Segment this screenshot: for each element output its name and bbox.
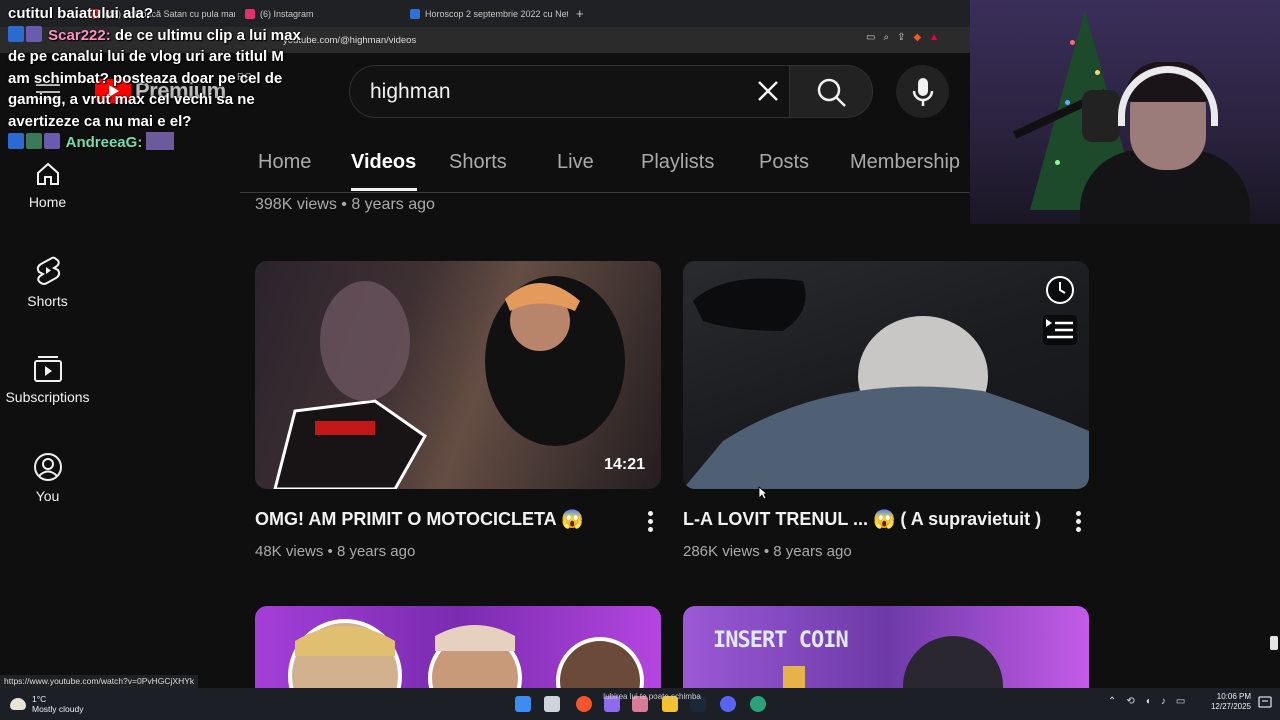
sidebar-item-label: Home <box>28 194 67 210</box>
task-view-icon[interactable] <box>544 696 560 712</box>
cloud-icon <box>10 698 26 710</box>
tab-posts[interactable]: Posts <box>759 151 809 174</box>
microphone-icon <box>912 78 934 106</box>
previous-video-meta: 398K views • 8 years ago <box>255 196 435 213</box>
you-icon <box>33 453 62 481</box>
sidebar-item-shorts[interactable]: Shorts <box>0 255 95 309</box>
link-status-bar: https://www.youtube.com/watch?v=0PvHGCjX… <box>0 675 199 688</box>
chat-emote-icon <box>146 132 175 150</box>
shorts-icon <box>36 256 60 285</box>
video-more-icon[interactable] <box>1076 511 1082 535</box>
voice-search-button[interactable] <box>896 65 949 118</box>
chat-badge-icon <box>8 25 24 42</box>
video-thumbnail[interactable] <box>683 261 1089 489</box>
sidebar-item-home[interactable]: Home <box>0 160 95 210</box>
video-thumbnail[interactable] <box>255 606 661 688</box>
clock-date: 12/27/2025 <box>1210 702 1251 711</box>
new-tab-button[interactable]: + <box>568 6 592 21</box>
notification-icon[interactable] <box>1258 695 1272 709</box>
video-meta: 286K views • 8 years ago <box>683 543 852 560</box>
taskbar-clock[interactable]: 10:06 PM 12/27/2025 <box>1207 692 1251 712</box>
tab-playlists[interactable]: Playlists <box>641 151 714 174</box>
chat-message: cutitul baiatului ala? <box>8 5 154 22</box>
tree-light-icon <box>1070 40 1075 45</box>
active-tab-indicator <box>351 188 417 191</box>
weather-widget[interactable]: 1°C Mostly cloudy <box>10 694 84 714</box>
sidebar-item-label: You <box>35 488 60 504</box>
tab-home[interactable]: Home <box>258 151 311 174</box>
netflix-favicon-icon <box>410 8 420 19</box>
discord-icon[interactable] <box>720 696 736 712</box>
sidebar-item-label: Subscriptions <box>5 389 90 405</box>
chat-message: AndreeaG: <box>8 132 308 154</box>
search-input[interactable] <box>370 80 730 104</box>
subscriptions-icon <box>33 356 62 382</box>
tab-videos[interactable]: Videos <box>351 151 416 174</box>
chat-username: Scar222: <box>48 26 111 44</box>
brave-shield-icon[interactable]: ◆ <box>913 32 921 43</box>
sidebar-item-label: Shorts <box>27 293 68 309</box>
thumbnail-image <box>683 278 1089 489</box>
tab-membership[interactable]: Membership <box>850 151 960 174</box>
channel-tabs: Home Videos Shorts Live Playlists Posts … <box>240 131 980 193</box>
app-icon[interactable] <box>750 696 766 712</box>
weather-temp: 1°C <box>32 694 47 704</box>
video-thumbnail[interactable]: 14:21 <box>255 261 661 489</box>
video-title[interactable]: L-A LOVIT TRENUL ... 😱 ( A supravietuit … <box>683 509 1041 530</box>
chat-username: AndreeaG: <box>65 134 143 151</box>
windows-start-icon[interactable] <box>515 696 531 712</box>
zoom-icon[interactable]: ⌕ <box>883 32 889 43</box>
tab-shorts[interactable]: Shorts <box>449 151 507 174</box>
network-icon[interactable]: ▭ <box>1176 696 1185 707</box>
chat-badge-icon <box>44 133 60 149</box>
video-thumbnail[interactable]: INSERT COIN <box>683 606 1089 688</box>
sidebar-item-subscriptions[interactable]: Subscriptions <box>0 353 95 405</box>
chat-badge-icon <box>26 25 42 42</box>
clear-search-icon[interactable] <box>754 77 782 105</box>
search-box[interactable] <box>349 65 790 118</box>
cast-icon[interactable]: ▭ <box>866 32 875 43</box>
stream-chat-overlay: cutitul baiatului ala? Scar222: de ce ul… <box>8 3 308 154</box>
search-icon <box>817 78 846 107</box>
now-playing-text: Iubirea lui te poate schimba <box>603 692 701 701</box>
speaker-icon[interactable]: ♪ <box>1161 696 1166 707</box>
scrollbar-thumb[interactable] <box>1270 636 1278 650</box>
clock-time: 10:06 PM <box>1216 692 1251 701</box>
chat-badge-icon <box>26 133 42 149</box>
tree-light-icon <box>1055 160 1060 165</box>
video-title[interactable]: OMG! AM PRIMIT O MOTOCICLETA 😱 <box>255 509 583 530</box>
chevron-up-icon[interactable]: ⌃ <box>1108 696 1116 707</box>
share-icon[interactable]: ⇪ <box>897 32 905 43</box>
brave-browser-icon[interactable] <box>576 696 592 712</box>
chat-badge-icon <box>8 133 24 149</box>
add-to-queue-icon[interactable] <box>1043 315 1077 345</box>
thumbnail-image <box>288 619 644 688</box>
tab-live[interactable]: Live <box>557 151 594 174</box>
volume-icon[interactable]: ◖ <box>1145 696 1151 707</box>
browser-tab-horoscop[interactable]: Horoscop 2 septembrie 2022 cu Neti <box>400 0 568 27</box>
tab-label: Horoscop 2 septembrie 2022 cu Neti <box>425 8 568 19</box>
sync-icon[interactable]: ⟲ <box>1126 696 1134 707</box>
search-button[interactable] <box>789 65 873 118</box>
webcam-feed <box>970 0 1280 224</box>
address-bar-icons: ▭ ⌕ ⇪ ◆ ▲ <box>866 32 939 43</box>
weather-desc: Mostly cloudy <box>32 704 84 714</box>
video-duration: 14:21 <box>604 456 645 473</box>
video-more-icon[interactable] <box>648 511 654 535</box>
mouse-cursor-icon <box>758 486 768 500</box>
microphone-image <box>1082 90 1120 142</box>
chat-message: Scar222: de ce ultimu clip a lui max de … <box>8 25 308 133</box>
thumbnail-image <box>783 636 1003 688</box>
system-tray: ⌃ ⟲ ◖ ♪ ▭ <box>1108 696 1185 707</box>
video-meta: 48K views • 8 years ago <box>255 543 416 560</box>
home-icon <box>36 162 59 185</box>
brave-rewards-icon[interactable]: ▲ <box>929 32 939 43</box>
watch-later-icon[interactable] <box>1045 275 1075 305</box>
tree-light-icon <box>1095 70 1100 75</box>
sidebar-item-you[interactable]: You <box>0 452 95 504</box>
thumbnail-image <box>255 261 661 489</box>
screen: (46) Bolboacă Satan cu pula mare - Y (6)… <box>0 0 1280 720</box>
